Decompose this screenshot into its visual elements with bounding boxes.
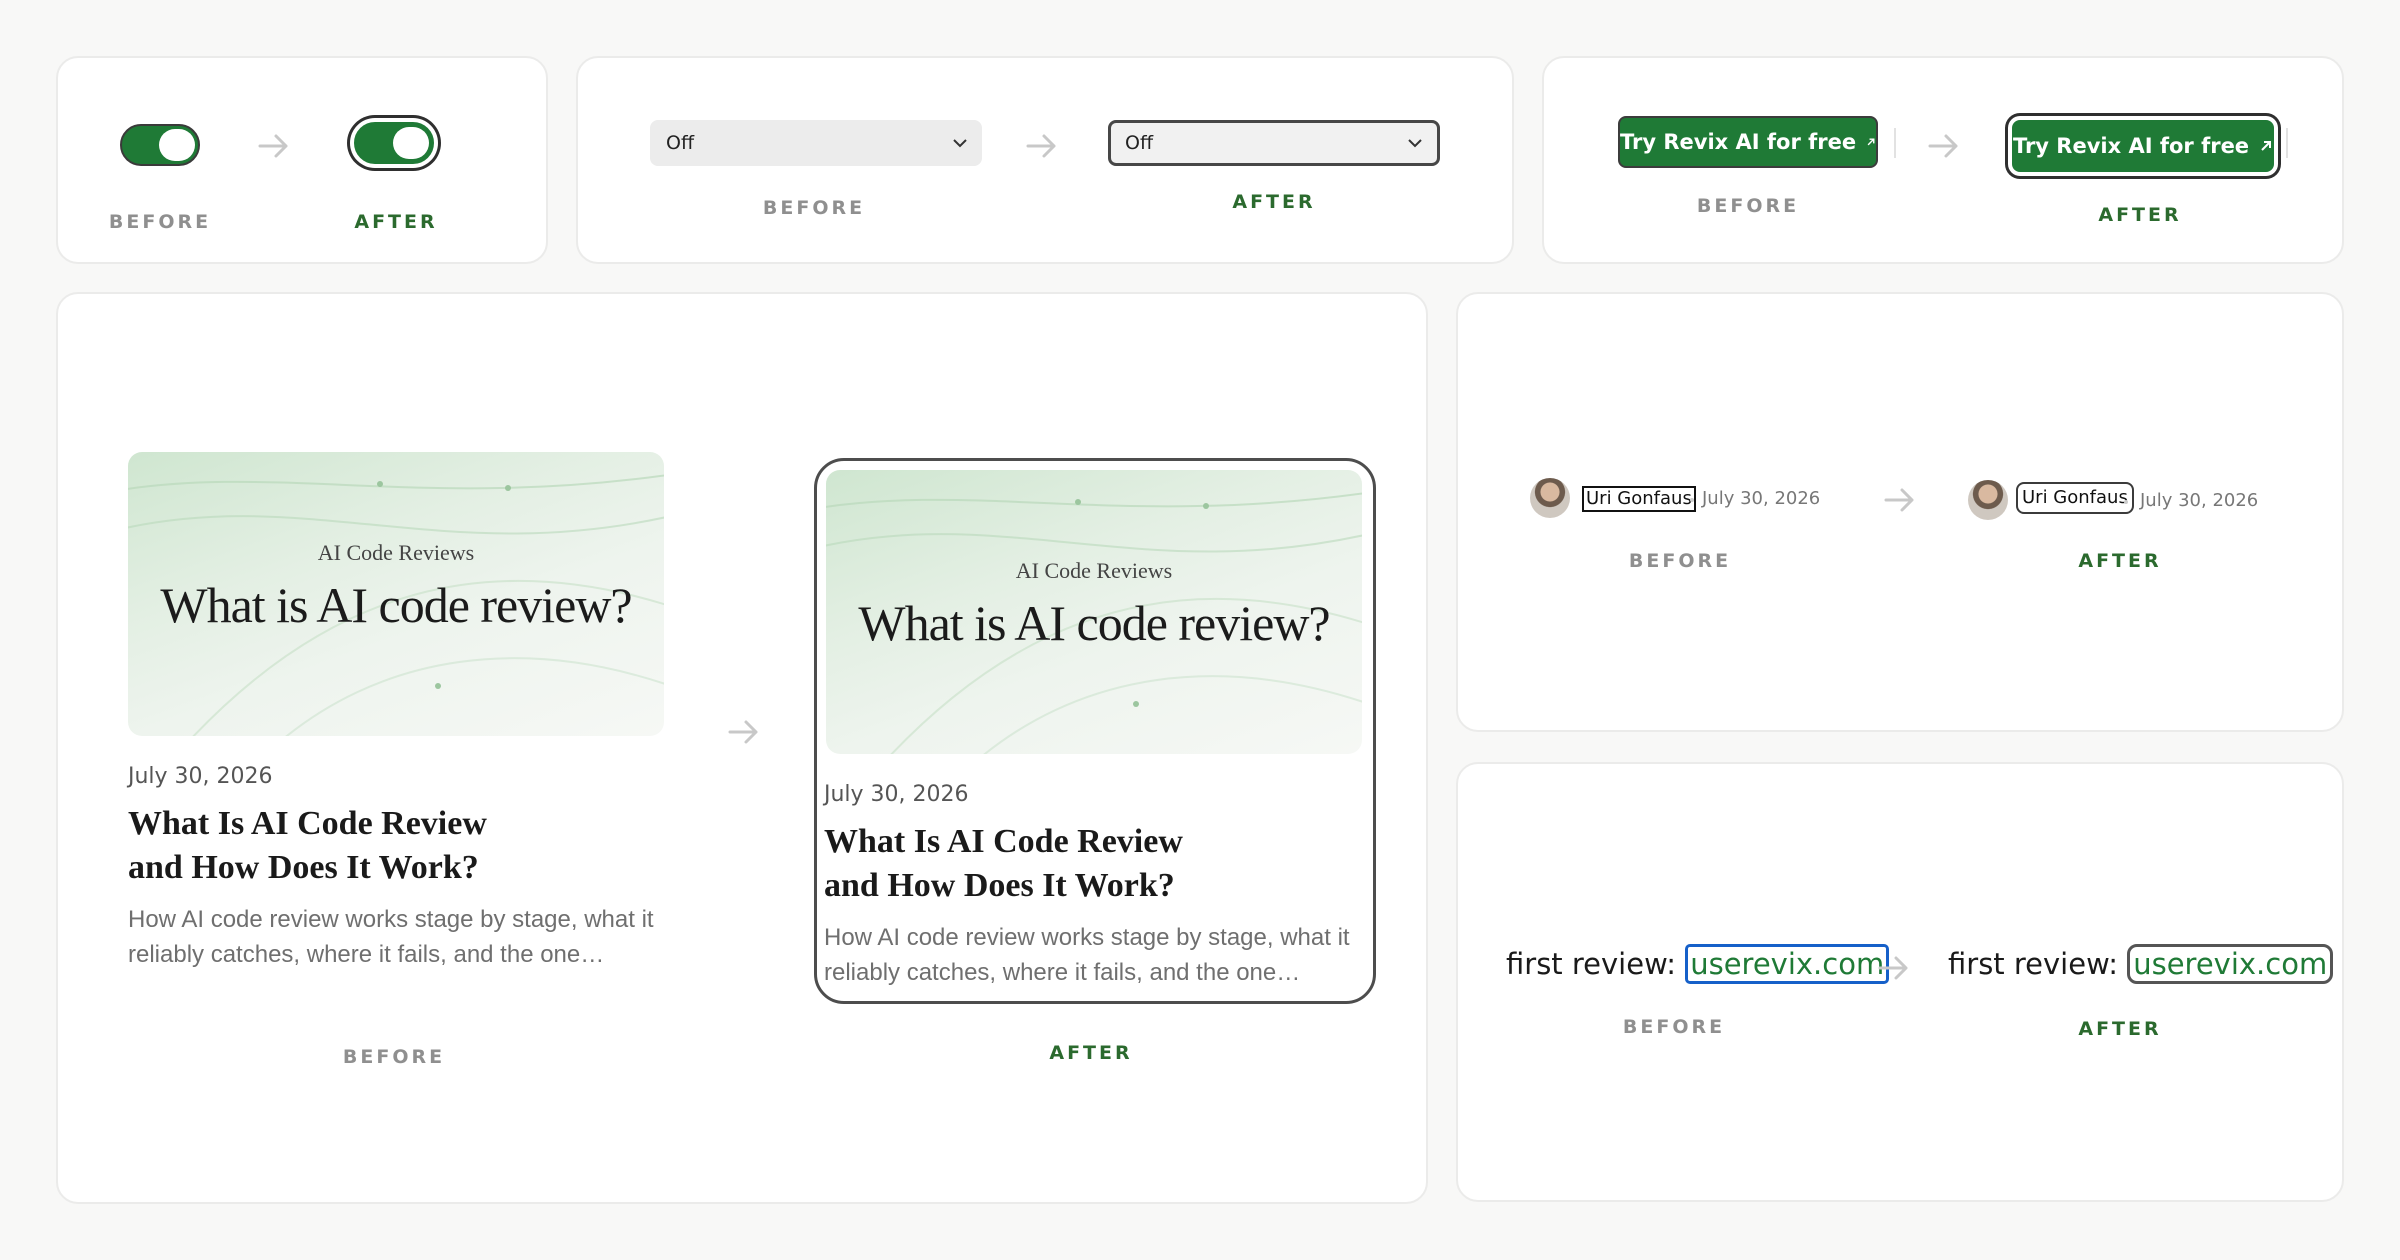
before-label: BEFORE <box>1696 195 1800 217</box>
author-date: July 30, 2026 <box>1702 488 1821 509</box>
post-title: What Is AI Code Review and How Does It W… <box>128 802 548 890</box>
divider <box>1894 128 1896 158</box>
divider <box>2286 128 2288 158</box>
cover-tag: AI Code Reviews <box>317 540 475 565</box>
after-label: AFTER <box>2078 1018 2162 1040</box>
userevix-link-before[interactable]: userevix.com <box>1685 944 1890 984</box>
blog-card-comparison-panel: AI Code Reviews What is AI code review? … <box>56 292 1428 1204</box>
post-excerpt: How AI code review works stage by stage,… <box>824 924 1350 986</box>
post-title-line: and How Does It Work? <box>824 867 1175 904</box>
select-comparison-panel: Off Off BEFORE AFTER <box>576 56 1514 264</box>
cta-label: Try Revix AI for free <box>2012 134 2250 158</box>
blog-card-cover-image: AI Code Reviews What is AI code review? <box>826 470 1362 754</box>
cta-label: Try Revix AI for free <box>1620 130 1857 154</box>
after-label: AFTER <box>1049 1042 1133 1064</box>
select-before[interactable]: Off <box>650 120 982 166</box>
select-value: Off <box>1125 132 1154 154</box>
arrow-right-icon <box>1026 134 1056 158</box>
cover-tag: AI Code Reviews <box>1015 558 1173 583</box>
cover-headline: What is AI code review? <box>858 595 1330 651</box>
link-sentence-after: first review: userevix.com <box>1948 944 2334 984</box>
post-title-line: What Is AI Code Review <box>128 805 487 842</box>
author-comparison-panel: Uri Gonfaus July 30, 2026 Uri Gonfaus Ju… <box>1456 292 2344 732</box>
arrow-right-icon <box>728 720 758 744</box>
blog-card-cover-image: AI Code Reviews What is AI code review? <box>128 452 664 736</box>
post-title: What Is AI Code Review and How Does It W… <box>824 820 1244 908</box>
post-title-line: What Is AI Code Review <box>824 823 1183 860</box>
post-date: July 30, 2026 <box>824 782 969 807</box>
after-label: AFTER <box>2098 204 2182 226</box>
userevix-link-after-focused[interactable]: userevix.com <box>2127 944 2334 984</box>
before-label: BEFORE <box>108 211 212 233</box>
link-sentence-before: first review: userevix.com <box>1506 944 1890 984</box>
inline-link-comparison-panel: first review: userevix.com first review:… <box>1456 762 2344 1202</box>
author-date: July 30, 2026 <box>2140 490 2259 511</box>
try-revix-button-before[interactable]: Try Revix AI for free <box>1618 116 1878 168</box>
before-label: BEFORE <box>762 197 866 219</box>
toggle-knob <box>159 129 195 161</box>
post-title-line: and How Does It Work? <box>128 849 479 886</box>
arrow-right-icon <box>258 134 288 158</box>
chevron-down-icon <box>953 139 967 148</box>
try-revix-button-after-focused[interactable]: Try Revix AI for free <box>2012 120 2274 172</box>
toggle-comparison-panel: BEFORE AFTER <box>56 56 548 264</box>
arrow-right-icon <box>1878 956 1908 980</box>
select-value: Off <box>666 132 695 154</box>
before-label: BEFORE <box>1622 1016 1726 1038</box>
author-avatar <box>1968 480 2008 520</box>
after-label: AFTER <box>1232 191 1316 213</box>
toggle-knob <box>393 127 429 159</box>
chevron-down-icon <box>1408 139 1422 148</box>
link-prefix: first review: <box>1948 947 2118 981</box>
post-date: July 30, 2026 <box>128 764 273 789</box>
after-label: AFTER <box>2078 550 2162 572</box>
before-label: BEFORE <box>342 1046 446 1068</box>
post-excerpt: How AI code review works stage by stage,… <box>128 906 654 968</box>
arrow-up-right-icon <box>2261 141 2272 151</box>
toggle-after-focused[interactable] <box>354 122 434 164</box>
link-prefix: first review: <box>1506 947 1676 981</box>
author-name-link-after-focused[interactable]: Uri Gonfaus <box>2016 482 2134 514</box>
before-label: BEFORE <box>1628 550 1732 572</box>
separator-dot <box>1690 498 1694 502</box>
author-avatar <box>1530 478 1570 518</box>
separator-dot <box>2124 500 2128 504</box>
arrow-right-icon <box>1928 134 1958 158</box>
cta-comparison-panel: Try Revix AI for free Try Revix AI for f… <box>1542 56 2344 264</box>
arrow-up-right-icon <box>1867 138 1875 146</box>
select-after-focused[interactable]: Off <box>1108 120 1440 166</box>
arrow-right-icon <box>1884 488 1914 512</box>
cover-headline: What is AI code review? <box>160 577 632 633</box>
author-name-link-before[interactable]: Uri Gonfaus <box>1582 486 1696 512</box>
toggle-before[interactable] <box>120 124 200 166</box>
after-label: AFTER <box>354 211 438 233</box>
